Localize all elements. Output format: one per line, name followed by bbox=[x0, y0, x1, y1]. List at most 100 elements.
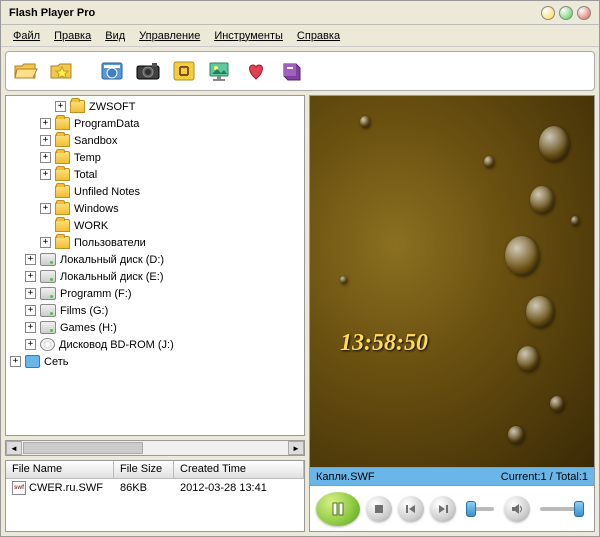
drive-icon bbox=[40, 270, 56, 283]
file-row[interactable]: swf CWER.ru.SWF 86KB 2012-03-28 13:41 bbox=[6, 479, 304, 497]
preview-area[interactable]: 13:58:50 bbox=[309, 95, 595, 468]
pause-icon bbox=[331, 502, 345, 516]
tree-expand-toggle[interactable]: + bbox=[40, 152, 51, 163]
tree-expand-toggle[interactable]: + bbox=[25, 254, 36, 265]
folder-tree[interactable]: +ZWSOFT+ProgramData+Sandbox+Temp+TotalUn… bbox=[5, 95, 305, 436]
fullscreen-icon[interactable] bbox=[170, 57, 198, 85]
tree-item[interactable]: Unfiled Notes bbox=[10, 183, 302, 200]
current-file-name: Капли.SWF bbox=[316, 471, 501, 483]
folder-icon bbox=[55, 151, 70, 164]
tree-item[interactable]: +Games (H:) bbox=[10, 319, 302, 336]
tree-item[interactable]: + Programm (F:) bbox=[10, 285, 302, 302]
tree-expand-toggle[interactable]: + bbox=[25, 322, 36, 333]
menu-control[interactable]: Управление bbox=[133, 28, 206, 44]
browser-icon[interactable] bbox=[98, 57, 126, 85]
tree-expand-toggle[interactable]: + bbox=[55, 101, 66, 112]
file-size: 86KB bbox=[114, 482, 174, 494]
menu-view[interactable]: Вид bbox=[99, 28, 131, 44]
right-panel: 13:58:50 Капли.SWF Current:1 / Total:1 bbox=[309, 95, 595, 532]
tree-item[interactable]: + Локальный диск (E:) bbox=[10, 268, 302, 285]
file-list-header: File Name File Size Created Time bbox=[6, 461, 304, 479]
scroll-thumb[interactable] bbox=[23, 442, 143, 454]
heart-icon[interactable] bbox=[242, 57, 270, 85]
tree-expand-toggle[interactable]: + bbox=[40, 169, 51, 180]
tree-label: Temp bbox=[74, 152, 101, 164]
tree-label: Дисковод BD-ROM (J:) bbox=[59, 339, 174, 351]
maximize-button[interactable] bbox=[559, 6, 573, 20]
tree-item[interactable]: + ProgramData bbox=[10, 115, 302, 132]
tree-item[interactable]: + Локальный диск (D:) bbox=[10, 251, 302, 268]
app-window: Flash Player Pro Файл Правка Вид Управле… bbox=[0, 0, 600, 537]
volume-thumb[interactable] bbox=[574, 501, 584, 517]
tree-label: Total bbox=[74, 169, 97, 181]
tree-item[interactable]: WORK bbox=[10, 217, 302, 234]
tree-item[interactable]: +ZWSOFT bbox=[10, 98, 302, 115]
favorites-folder-icon[interactable] bbox=[48, 57, 76, 85]
tree-item[interactable]: +Films (G:) bbox=[10, 302, 302, 319]
tree-expand-toggle[interactable]: + bbox=[40, 203, 51, 214]
tree-item[interactable]: +Sandbox bbox=[10, 132, 302, 149]
col-filename[interactable]: File Name bbox=[6, 461, 114, 478]
scroll-left-button[interactable]: ◄ bbox=[6, 441, 22, 455]
tree-expand-toggle[interactable]: + bbox=[25, 271, 36, 282]
tree-expand-toggle[interactable]: + bbox=[40, 118, 51, 129]
tree-item[interactable]: + Пользователи bbox=[10, 234, 302, 251]
swf-file-icon: swf bbox=[12, 481, 26, 495]
tree-label: Пользователи bbox=[74, 237, 146, 249]
drive-icon bbox=[40, 287, 56, 300]
camera-icon[interactable] bbox=[134, 57, 162, 85]
tree-label: WORK bbox=[74, 220, 108, 232]
playback-controls bbox=[309, 486, 595, 532]
volume-button[interactable] bbox=[504, 496, 530, 522]
scroll-right-button[interactable]: ► bbox=[288, 441, 304, 455]
menu-tools[interactable]: Инструменты bbox=[208, 28, 289, 44]
volume-slider[interactable] bbox=[540, 507, 584, 511]
file-list: File Name File Size Created Time swf CWE… bbox=[5, 460, 305, 532]
col-created[interactable]: Created Time bbox=[174, 461, 304, 478]
close-button[interactable] bbox=[577, 6, 591, 20]
open-folder-icon[interactable] bbox=[12, 57, 40, 85]
tree-expand-toggle[interactable]: + bbox=[25, 305, 36, 316]
tree-label: Локальный диск (E:) bbox=[60, 271, 164, 283]
tree-label: ProgramData bbox=[74, 118, 139, 130]
drive-icon bbox=[40, 304, 56, 317]
tree-item[interactable]: + Temp bbox=[10, 149, 302, 166]
folder-icon bbox=[55, 117, 70, 130]
tree-item[interactable]: + Windows bbox=[10, 200, 302, 217]
folder-icon bbox=[55, 219, 70, 232]
tree-item[interactable]: + Дисковод BD-ROM (J:) bbox=[10, 336, 302, 353]
wallpaper-icon[interactable] bbox=[206, 57, 234, 85]
seek-thumb[interactable] bbox=[466, 501, 476, 517]
tree-item[interactable]: +Сеть bbox=[10, 353, 302, 370]
book-icon[interactable] bbox=[278, 57, 306, 85]
folder-icon bbox=[55, 185, 70, 198]
tree-hscrollbar[interactable]: ◄ ► bbox=[5, 440, 305, 456]
play-pause-button[interactable] bbox=[316, 492, 360, 526]
stop-button[interactable] bbox=[366, 496, 392, 522]
tree-expand-toggle[interactable]: + bbox=[25, 339, 36, 350]
tree-expand-toggle[interactable]: + bbox=[25, 288, 36, 299]
minimize-button[interactable] bbox=[541, 6, 555, 20]
menubar: Файл Правка Вид Управление Инструменты С… bbox=[1, 25, 599, 47]
seek-slider[interactable] bbox=[466, 507, 494, 511]
clock-display: 13:58:50 bbox=[340, 330, 428, 357]
toolbar bbox=[5, 51, 595, 91]
tree-label: Windows bbox=[74, 203, 119, 215]
menu-edit[interactable]: Правка bbox=[48, 28, 97, 44]
folder-icon bbox=[55, 202, 70, 215]
menu-file[interactable]: Файл bbox=[7, 28, 46, 44]
tree-label: Programm (F:) bbox=[60, 288, 132, 300]
window-controls bbox=[541, 6, 591, 20]
playlist-counter: Current:1 / Total:1 bbox=[501, 471, 588, 483]
next-button[interactable] bbox=[430, 496, 456, 522]
menu-help[interactable]: Справка bbox=[291, 28, 346, 44]
tree-expand-toggle[interactable]: + bbox=[40, 135, 51, 146]
main-area: +ZWSOFT+ProgramData+Sandbox+Temp+TotalUn… bbox=[1, 95, 599, 536]
col-filesize[interactable]: File Size bbox=[114, 461, 174, 478]
tree-expand-toggle[interactable]: + bbox=[10, 356, 21, 367]
prev-button[interactable] bbox=[398, 496, 424, 522]
tree-item[interactable]: + Total bbox=[10, 166, 302, 183]
tree-expand-toggle[interactable]: + bbox=[40, 237, 51, 248]
folder-icon bbox=[55, 236, 70, 249]
tree-label: Локальный диск (D:) bbox=[60, 254, 164, 266]
